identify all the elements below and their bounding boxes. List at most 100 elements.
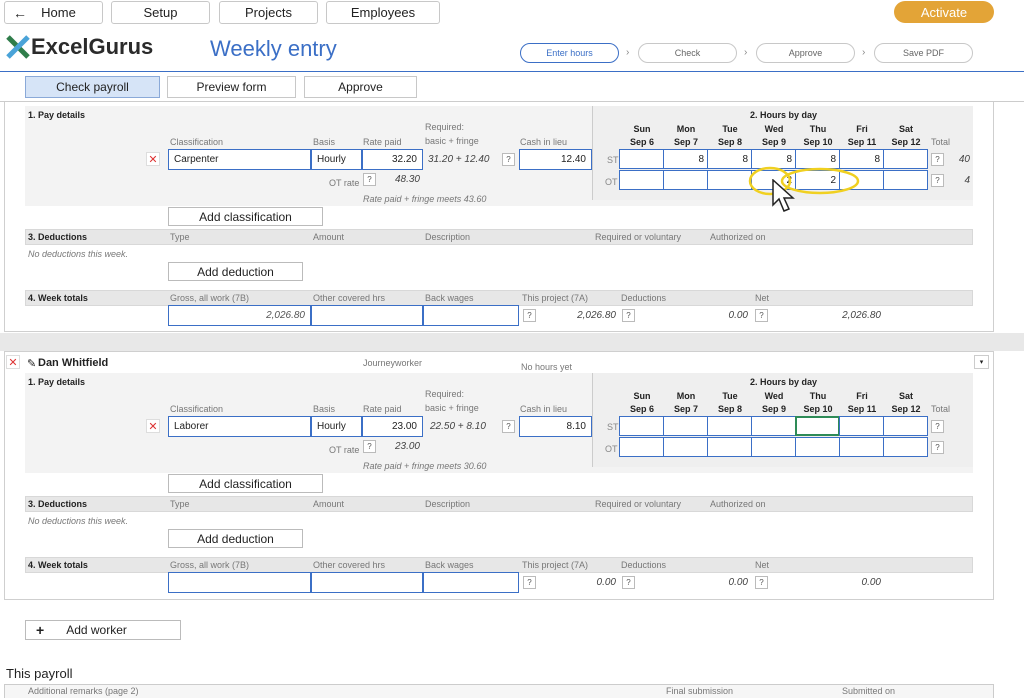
help-button[interactable]: ? (363, 173, 376, 186)
worker-name: Dan Whitfield (38, 357, 109, 369)
help-button[interactable]: ? (622, 309, 635, 322)
day-name: Tue (722, 124, 738, 134)
ot-row-label: OT (605, 177, 618, 187)
step-approve[interactable]: Approve (756, 43, 855, 63)
tab-approve[interactable]: Approve (304, 76, 417, 98)
cash-in-lieu-field[interactable]: 12.40 (519, 149, 592, 170)
ot-hours-cell[interactable] (883, 437, 928, 457)
gross-field[interactable] (168, 572, 311, 593)
back-wages-label: Back wages (425, 293, 474, 303)
add-classification-button[interactable]: Add classification (168, 207, 323, 226)
step-check[interactable]: Check (638, 43, 737, 63)
activate-button[interactable]: Activate (894, 1, 994, 23)
help-button[interactable]: ? (931, 441, 944, 454)
day-name: Wed (764, 391, 784, 401)
remove-classification-icon[interactable]: ✕ (146, 152, 160, 166)
help-button[interactable]: ? (622, 576, 635, 589)
help-button[interactable]: ? (363, 440, 376, 453)
step-enter-hours[interactable]: Enter hours (520, 43, 619, 63)
ot-hours-cell[interactable] (751, 437, 796, 457)
back-wages-field[interactable] (423, 572, 519, 593)
net-value: 2,026.80 (842, 310, 881, 321)
pencil-icon[interactable]: ✎ (27, 357, 36, 370)
ot-rate-value: 48.30 (394, 174, 420, 185)
week-totals-heading: 4. Week totals (28, 560, 88, 570)
gross-field[interactable]: 2,026.80 (168, 305, 311, 326)
day-header-thu: Thu Sep 10 (796, 390, 840, 416)
add-classification-button[interactable]: Add classification (168, 474, 323, 493)
week-totals-header (25, 290, 973, 306)
day-name: Sat (898, 124, 913, 134)
ot-hours-cell[interactable] (619, 437, 664, 457)
day-name: Thu (809, 124, 827, 134)
no-deductions-note: No deductions this week. (28, 249, 129, 259)
ot-hours-cell[interactable] (795, 437, 840, 457)
day-header-mon: Mon Sep 7 (664, 390, 708, 416)
rate-paid-field[interactable]: 23.00 (362, 416, 423, 437)
st-hours-cell[interactable] (795, 416, 840, 436)
ot-hours-cell[interactable] (883, 170, 928, 190)
deductions-heading: 3. Deductions (28, 499, 88, 509)
rate-paid-field[interactable]: 32.20 (362, 149, 423, 170)
help-button[interactable]: ? (502, 420, 515, 433)
back-arrow-icon: ← (13, 4, 27, 21)
add-deduction-button[interactable]: Add deduction (168, 262, 303, 281)
step-save-pdf[interactable]: Save PDF (874, 43, 973, 63)
day-header-thu: Thu Sep 10 (796, 123, 840, 149)
ot-hours-cell[interactable] (663, 170, 708, 190)
help-button[interactable]: ? (523, 309, 536, 322)
other-hrs-field[interactable] (311, 572, 423, 593)
remove-classification-icon[interactable]: ✕ (146, 419, 160, 433)
help-button[interactable]: ? (755, 576, 768, 589)
home-label: Home (41, 5, 76, 20)
chevron-right-icon: › (862, 47, 866, 58)
tab-preview-form[interactable]: Preview form (167, 76, 296, 98)
help-button[interactable]: ? (523, 576, 536, 589)
help-button[interactable]: ? (931, 153, 944, 166)
classification-field[interactable]: Carpenter (168, 149, 311, 170)
ded-desc-label: Description (425, 232, 471, 242)
help-button[interactable]: ? (931, 420, 944, 433)
classification-field[interactable]: Laborer (168, 416, 311, 437)
projects-button[interactable]: Projects (219, 1, 318, 24)
basis-field[interactable]: Hourly (311, 416, 362, 437)
help-button[interactable]: ? (931, 174, 944, 187)
st-hours-cell[interactable] (883, 416, 928, 436)
st-hours-cell[interactable] (883, 149, 928, 169)
st-hours-cell[interactable] (619, 416, 664, 436)
st-hours-cell[interactable] (663, 416, 708, 436)
st-hours-cell[interactable] (751, 416, 796, 436)
gross-label: Gross, all work (7B) (170, 293, 250, 303)
st-hours-cell[interactable]: 8 (663, 149, 708, 169)
total-label: Total (931, 404, 951, 414)
day-header-sat: Sat Sep 12 (884, 390, 928, 416)
remove-worker-icon[interactable]: ✕ (6, 355, 20, 369)
ot-hours-cell[interactable] (663, 437, 708, 457)
mouse-cursor-icon (772, 179, 795, 212)
meets-note: Rate paid + fringe meets 30.60 (363, 461, 487, 471)
employees-button[interactable]: Employees (326, 1, 440, 24)
ded-type-label: Type (170, 499, 190, 509)
required-label: Required: (425, 122, 465, 132)
tab-check-payroll[interactable]: Check payroll (25, 76, 160, 98)
cash-in-lieu-field[interactable]: 8.10 (519, 416, 592, 437)
help-button[interactable]: ? (502, 153, 515, 166)
ot-hours-cell[interactable] (707, 437, 752, 457)
other-hrs-field[interactable] (311, 305, 423, 326)
st-hours-cell[interactable] (619, 149, 664, 169)
basis-field[interactable]: Hourly (311, 149, 362, 170)
this-project-value: 2,026.80 (577, 310, 616, 321)
this-project-label: This project (7A) (522, 560, 589, 570)
ot-hours-cell[interactable] (619, 170, 664, 190)
st-hours-cell[interactable] (839, 416, 884, 436)
day-header-wed: Wed Sep 9 (752, 123, 796, 149)
home-button[interactable]: ← Home (4, 1, 103, 24)
ot-hours-cell[interactable] (839, 437, 884, 457)
add-worker-button[interactable]: + Add worker (25, 620, 181, 640)
help-button[interactable]: ? (755, 309, 768, 322)
add-deduction-button[interactable]: Add deduction (168, 529, 303, 548)
back-wages-field[interactable] (423, 305, 519, 326)
setup-button[interactable]: Setup (111, 1, 210, 24)
chevron-down-icon[interactable]: ▾ (974, 355, 989, 369)
st-hours-cell[interactable] (707, 416, 752, 436)
